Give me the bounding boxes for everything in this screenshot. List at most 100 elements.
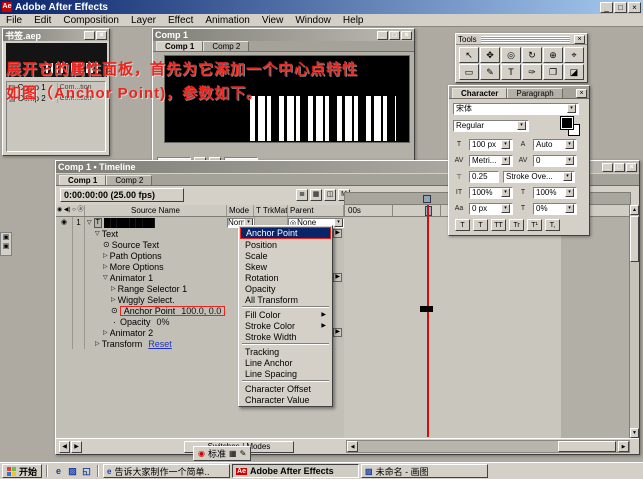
horizontal-scale-select[interactable]: 100% ▾: [533, 187, 577, 199]
ime-status-bar[interactable]: ◉ 标准 ▦ ✎: [193, 446, 251, 461]
pan-behind-tool[interactable]: ⌖: [564, 47, 584, 63]
orbit-camera-tool[interactable]: ⊕: [543, 47, 563, 63]
property-name[interactable]: ████████: [104, 218, 155, 228]
font-style-select[interactable]: Regular ▾: [453, 120, 529, 132]
docked-palette-icon-1[interactable]: ▣: [3, 234, 10, 242]
dropdown-icon[interactable]: ▾: [334, 218, 343, 227]
dropdown-icon[interactable]: ▾: [517, 121, 526, 130]
twirl-open-icon[interactable]: ▽: [87, 219, 92, 226]
menu-item-tracking[interactable]: Tracking: [240, 346, 331, 357]
ime-pen-icon[interactable]: ✎: [240, 449, 247, 458]
scroll-right-icon[interactable]: ▶: [618, 441, 629, 452]
menu-item-anchor-point[interactable]: Anchor Point: [240, 227, 331, 239]
av-cell[interactable]: [56, 261, 73, 272]
zoom-tool[interactable]: ◎: [501, 47, 521, 63]
start-button[interactable]: 开始: [2, 464, 42, 478]
property-name[interactable]: More Options: [110, 262, 164, 272]
timeline-tab-comp-2[interactable]: Comp 2: [106, 175, 152, 185]
twirl-open-icon[interactable]: ▽: [103, 274, 108, 281]
dropdown-icon[interactable]: ▾: [501, 188, 510, 197]
twirl-closed-icon[interactable]: ▷: [103, 263, 108, 270]
tab-character[interactable]: Character: [452, 88, 507, 98]
menu-item-stroke-color[interactable]: Stroke Color▶: [240, 320, 331, 331]
av-cell[interactable]: [56, 327, 73, 338]
menu-item-line-anchor[interactable]: Line Anchor: [240, 357, 331, 368]
stroke-width-field[interactable]: 0.25: [469, 171, 499, 183]
property-name[interactable]: Source Text: [112, 240, 159, 250]
timeline-option-icon-3[interactable]: ◫: [324, 189, 336, 201]
twirl-open-icon[interactable]: ▽: [95, 230, 100, 237]
av-cell[interactable]: [56, 228, 73, 239]
type-tool[interactable]: T: [501, 64, 521, 80]
horizontal-scroll-thumb[interactable]: [558, 441, 616, 452]
twirl-closed-icon[interactable]: ▷: [111, 285, 116, 292]
dropdown-icon[interactable]: ▾: [565, 204, 574, 213]
av-cell[interactable]: ◉: [56, 217, 73, 228]
dropdown-icon[interactable]: ▾: [565, 188, 574, 197]
task-button-3[interactable]: ▨未命名 - 画图: [361, 464, 488, 478]
baseline-shift-select[interactable]: 0 px ▾: [469, 203, 513, 215]
property-value[interactable]: 100.0, 0.0: [181, 306, 221, 316]
property-name[interactable]: Anchor Point: [124, 306, 176, 316]
twirl-closed-icon[interactable]: ▷: [95, 340, 100, 347]
menu-view[interactable]: View: [256, 15, 290, 26]
menu-item-position[interactable]: Position: [240, 239, 331, 250]
pen-tool[interactable]: ✎: [480, 64, 500, 80]
av-cell[interactable]: [56, 294, 73, 305]
menu-item-character-offset[interactable]: Character Offset: [240, 383, 331, 394]
menu-window[interactable]: Window: [289, 15, 337, 26]
hand-tool[interactable]: ✥: [480, 47, 500, 63]
menu-edit[interactable]: Edit: [28, 15, 57, 26]
menu-file[interactable]: File: [0, 15, 28, 26]
close-icon[interactable]: ×: [96, 31, 107, 40]
leading-select[interactable]: Auto ▾: [533, 139, 577, 151]
mode-column-header[interactable]: Mode: [227, 205, 254, 216]
property-value[interactable]: 0%: [157, 317, 170, 327]
twirl-closed-icon[interactable]: ▷: [111, 296, 116, 303]
task-button-1[interactable]: e告诉大家制作一个简单..: [103, 464, 230, 478]
av-cell[interactable]: [56, 283, 73, 294]
av-cell[interactable]: [56, 316, 73, 327]
menu-item-character-value[interactable]: Character Value: [240, 394, 331, 405]
rotate-tool[interactable]: ↻: [522, 47, 542, 63]
eraser-tool[interactable]: ◪: [564, 64, 584, 80]
menu-composition[interactable]: Composition: [57, 15, 125, 26]
timeline-vertical-scrollbar[interactable]: ▲ ▼: [629, 205, 639, 438]
vertical-scale-select[interactable]: 100% ▾: [469, 187, 513, 199]
scroll-left-icon[interactable]: ◀: [347, 441, 358, 452]
menu-effect[interactable]: Effect: [162, 15, 199, 26]
property-name[interactable]: Path Options: [110, 251, 162, 261]
selection-tool[interactable]: ↖: [459, 47, 479, 63]
flyout-arrow-icon[interactable]: ▶: [333, 229, 342, 238]
menu-item-rotation[interactable]: Rotation: [240, 272, 331, 283]
maximize-icon[interactable]: □: [614, 163, 625, 172]
tools-titlebar[interactable]: Tools ×: [456, 34, 587, 45]
tracking-select[interactable]: 0 ▾: [533, 155, 577, 167]
menu-item-stroke-width[interactable]: Stroke Width: [240, 331, 331, 342]
dropdown-icon[interactable]: ▾: [563, 172, 572, 181]
docked-palette-icon-2[interactable]: ▣: [3, 243, 10, 251]
comp-tab-comp-1[interactable]: Comp 1: [156, 41, 203, 51]
property-name[interactable]: Text: [102, 229, 119, 239]
twirl-closed-icon[interactable]: ▷: [103, 329, 108, 336]
menu-animation[interactable]: Animation: [199, 15, 255, 26]
timeline-track-area[interactable]: [344, 217, 631, 438]
minimize-icon[interactable]: _: [84, 31, 95, 40]
stopwatch-icon[interactable]: ⊙: [103, 240, 110, 249]
mask-shape-tool[interactable]: ▭: [459, 64, 479, 80]
tsume-select[interactable]: 0% ▾: [533, 203, 577, 215]
expand-left-icon[interactable]: ◀: [59, 441, 70, 453]
quick-launch-icon-3[interactable]: ◱: [80, 465, 93, 478]
dropdown-icon[interactable]: ▾: [501, 156, 510, 165]
char-style-button-6[interactable]: T,: [545, 219, 560, 231]
menu-item-line-spacing[interactable]: Line Spacing: [240, 368, 331, 379]
flyout-arrow-icon[interactable]: ▶: [333, 273, 342, 282]
ime-keyboard-icon[interactable]: ▦: [229, 449, 237, 458]
close-icon[interactable]: ×: [576, 89, 587, 98]
property-name[interactable]: Transform: [102, 339, 143, 349]
char-style-button-4[interactable]: Tr: [509, 219, 524, 231]
dropdown-icon[interactable]: ▾: [565, 156, 574, 165]
dropdown-icon[interactable]: ▾: [501, 140, 510, 149]
char-style-button-1[interactable]: T: [455, 219, 470, 231]
close-icon[interactable]: ×: [628, 2, 641, 13]
